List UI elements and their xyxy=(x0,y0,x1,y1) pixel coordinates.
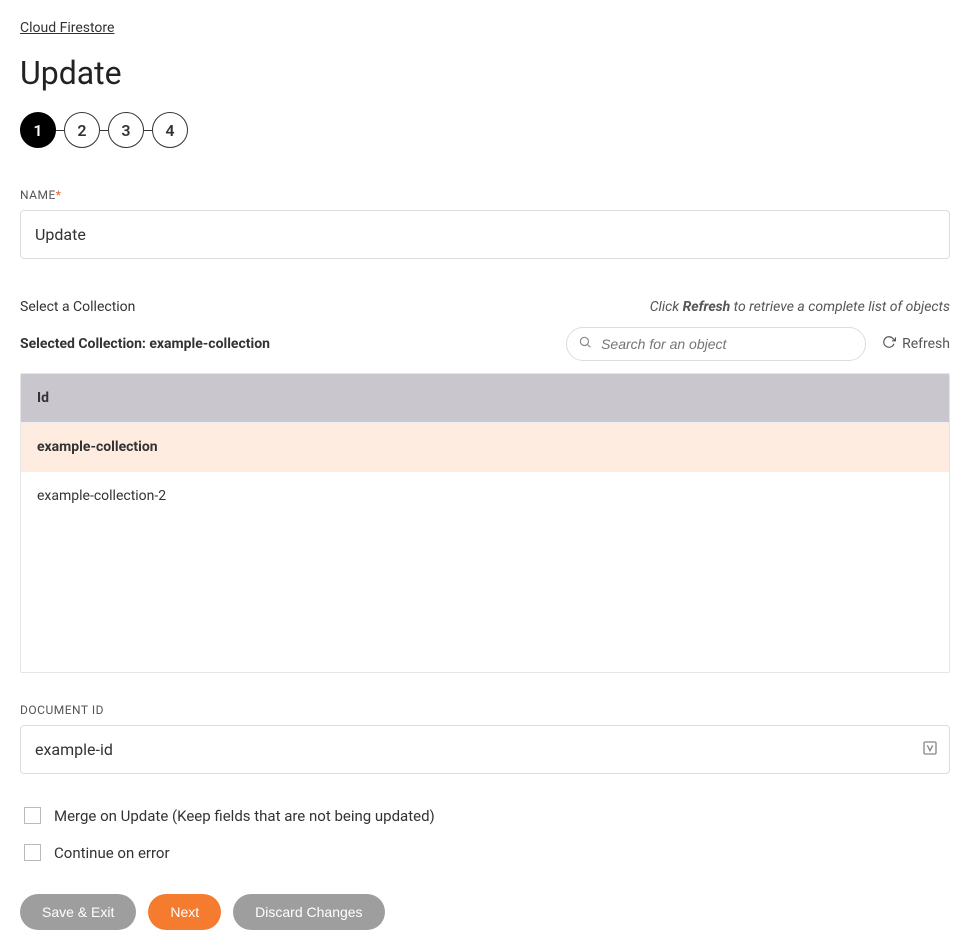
step-connector xyxy=(144,130,152,131)
required-star: * xyxy=(56,188,62,202)
selected-collection: Selected Collection: example-collection xyxy=(20,336,270,352)
merge-label: Merge on Update (Keep fields that are no… xyxy=(54,807,435,825)
document-id-input[interactable] xyxy=(20,725,950,774)
search-icon xyxy=(578,335,592,353)
continue-checkbox-row[interactable]: Continue on error xyxy=(20,841,950,864)
hint-prefix: Click xyxy=(650,299,683,315)
table-row[interactable]: example-collection xyxy=(21,422,949,471)
save-exit-button[interactable]: Save & Exit xyxy=(20,894,136,930)
step-1[interactable]: 1 xyxy=(20,112,56,148)
discard-button[interactable]: Discard Changes xyxy=(233,894,384,930)
hint-suffix: to retrieve a complete list of objects xyxy=(730,299,950,315)
selected-collection-prefix: Selected Collection: xyxy=(20,336,149,352)
name-label-text: NAME xyxy=(20,188,56,202)
search-box xyxy=(566,327,866,361)
merge-checkbox[interactable] xyxy=(24,807,41,824)
stepper: 1 2 3 4 xyxy=(20,112,950,148)
continue-checkbox[interactable] xyxy=(24,844,41,861)
table-row[interactable]: example-collection-2 xyxy=(21,471,949,520)
name-input[interactable] xyxy=(20,210,950,259)
breadcrumb-link[interactable]: Cloud Firestore xyxy=(20,20,114,36)
selected-collection-value: example-collection xyxy=(149,336,270,352)
step-connector xyxy=(100,130,108,131)
refresh-button[interactable]: Refresh xyxy=(882,335,950,353)
search-input[interactable] xyxy=(566,327,866,361)
document-id-label: DOCUMENT ID xyxy=(20,703,950,717)
refresh-hint: Click Refresh to retrieve a complete lis… xyxy=(650,299,950,315)
hint-bold: Refresh xyxy=(683,299,731,315)
refresh-label: Refresh xyxy=(902,336,950,352)
step-3[interactable]: 3 xyxy=(108,112,144,148)
refresh-icon xyxy=(882,335,896,353)
select-collection-label: Select a Collection xyxy=(20,299,135,315)
variable-icon[interactable] xyxy=(922,740,938,760)
collection-table: Id example-collection example-collection… xyxy=(20,373,950,673)
merge-checkbox-row[interactable]: Merge on Update (Keep fields that are no… xyxy=(20,804,950,827)
continue-label: Continue on error xyxy=(54,844,170,862)
table-cell-id: example-collection xyxy=(37,439,307,455)
step-2[interactable]: 2 xyxy=(64,112,100,148)
table-cell-id: example-collection-2 xyxy=(37,488,307,504)
name-label: NAME* xyxy=(20,188,950,202)
table-header-id: Id xyxy=(21,374,949,422)
page-title: Update xyxy=(20,54,950,92)
step-connector xyxy=(56,130,64,131)
next-button[interactable]: Next xyxy=(148,894,221,930)
step-4[interactable]: 4 xyxy=(152,112,188,148)
